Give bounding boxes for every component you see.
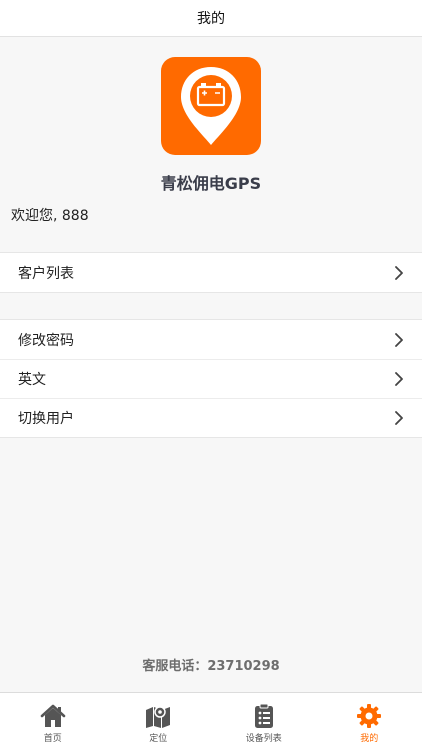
chevron-right-icon	[395, 265, 403, 280]
tab-label: 首页	[43, 734, 62, 744]
menu-item-label: 客户列表	[18, 265, 74, 282]
menu-group-customers: 客户列表	[0, 252, 422, 293]
menu-item-change-password[interactable]: 修改密码	[0, 320, 422, 359]
gear-icon	[357, 704, 382, 728]
tab-label: 定位	[149, 734, 168, 744]
tab-location[interactable]: 定位	[106, 693, 212, 750]
menu-item-label: 英文	[18, 372, 46, 388]
chevron-right-icon	[395, 372, 403, 386]
tab-label: 设备列表	[245, 734, 282, 744]
battery-location-pin-icon	[181, 67, 241, 145]
menu-item-label: 切换用户	[18, 411, 74, 427]
chevron-right-icon	[395, 411, 403, 425]
tab-bar: 首页 定位 设备列表 我的	[0, 692, 422, 750]
app-name: 青松佣电GPS	[160, 174, 262, 193]
tab-device-list[interactable]: 设备列表	[211, 693, 317, 750]
tab-home[interactable]: 首页	[0, 693, 106, 750]
menu-item-label: 修改密码	[18, 332, 74, 349]
clipboard-list-icon	[254, 703, 273, 728]
support-hotline[interactable]: 客服电话：23710298	[0, 655, 422, 674]
menu-group-settings: 修改密码 英文 切换用户	[0, 319, 422, 438]
nav-bar: 我的	[0, 0, 422, 37]
tab-label: 我的	[360, 734, 379, 744]
menu-item-customer-list[interactable]: 客户列表	[0, 253, 422, 292]
chevron-right-icon	[395, 332, 403, 347]
menu-item-english[interactable]: 英文	[0, 359, 422, 398]
tab-mine[interactable]: 我的	[317, 693, 422, 750]
home-icon	[40, 704, 66, 727]
page-title: 我的	[197, 11, 225, 27]
menu-item-switch-user[interactable]: 切换用户	[0, 398, 422, 437]
app-logo	[161, 57, 261, 155]
welcome-text: 欢迎您, 888	[11, 208, 89, 224]
map-icon	[146, 706, 171, 728]
